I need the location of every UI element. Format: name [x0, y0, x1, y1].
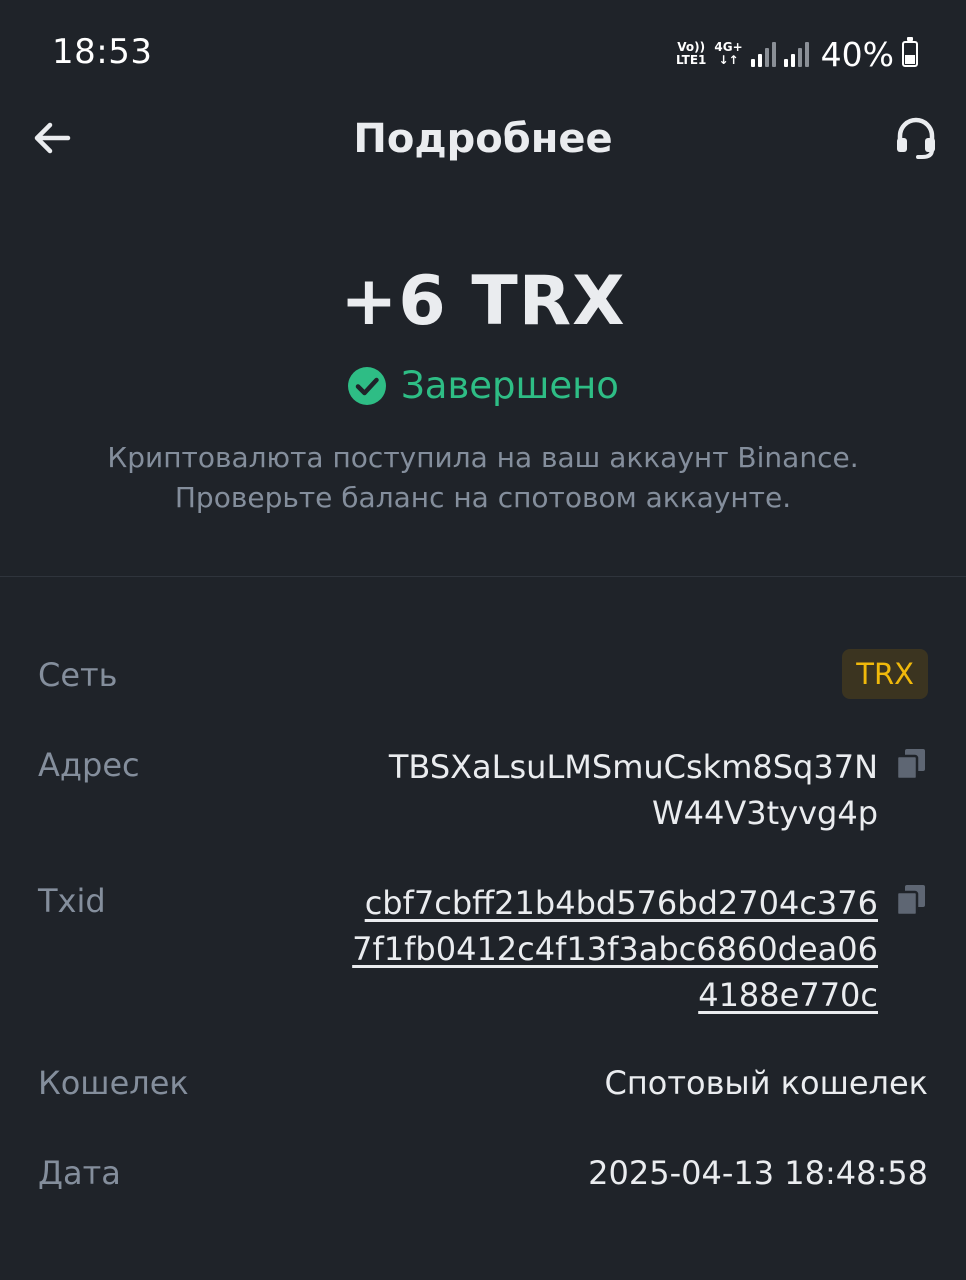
txid-link[interactable]: cbf7cbff21b4bd576bd2704c376 7f1fb0412c4f… [338, 880, 878, 1018]
wallet-value: Спотовый кошелек [604, 1064, 929, 1102]
address-line: TBSXaLsuLMSmuCskm8Sq37N [388, 748, 878, 786]
status-bar: 18:53 Vo)) LTE1 4G+ ↓↑ 40% [0, 0, 966, 100]
support-button[interactable] [894, 116, 938, 162]
top-nav: Подробнее [0, 100, 966, 184]
copy-txid-icon[interactable] [896, 884, 926, 916]
battery-icon [902, 37, 918, 67]
network-label: Сеть [38, 656, 118, 694]
signal-strength-icon [750, 41, 776, 67]
check-circle-icon [348, 366, 387, 405]
date-label: Дата [38, 1154, 121, 1192]
date-value: 2025-04-13 18:48:58 [588, 1154, 928, 1192]
volte-indicator: Vo)) LTE1 [675, 40, 707, 67]
network-type-indicator: 4G+ ↓↑ [714, 40, 743, 67]
address-label: Адрес [38, 746, 140, 784]
status-time: 18:53 [52, 32, 153, 72]
network-badge: TRX [842, 649, 928, 699]
transaction-amount: +6 TRX [340, 262, 626, 341]
txid-label: Txid [38, 882, 106, 920]
transaction-status: Завершено [0, 364, 966, 407]
status-label: Завершено [401, 364, 619, 407]
page-title: Подробнее [353, 116, 613, 162]
status-icons: Vo)) LTE1 4G+ ↓↑ 40% [676, 34, 918, 74]
battery-percentage: 40% [820, 34, 894, 74]
status-description: Криптовалюта поступила на ваш аккаунт Bi… [107, 441, 859, 514]
txid-line: cbf7cbff21b4bd576bd2704c376 [364, 884, 878, 922]
divider [0, 576, 966, 577]
signal-strength-icon-2 [783, 41, 809, 67]
address-value: TBSXaLsuLMSmuCskm8Sq37N W44V3tyvg4p [358, 744, 878, 836]
headset-icon [897, 117, 935, 159]
txid-line: 4188e770c [698, 976, 878, 1014]
txid-line: 7f1fb0412c4f13f3abc6860dea06 [352, 930, 878, 968]
copy-address-icon[interactable] [896, 748, 926, 780]
wallet-label: Кошелек [38, 1064, 189, 1102]
address-line: W44V3tyvg4p [651, 794, 878, 832]
